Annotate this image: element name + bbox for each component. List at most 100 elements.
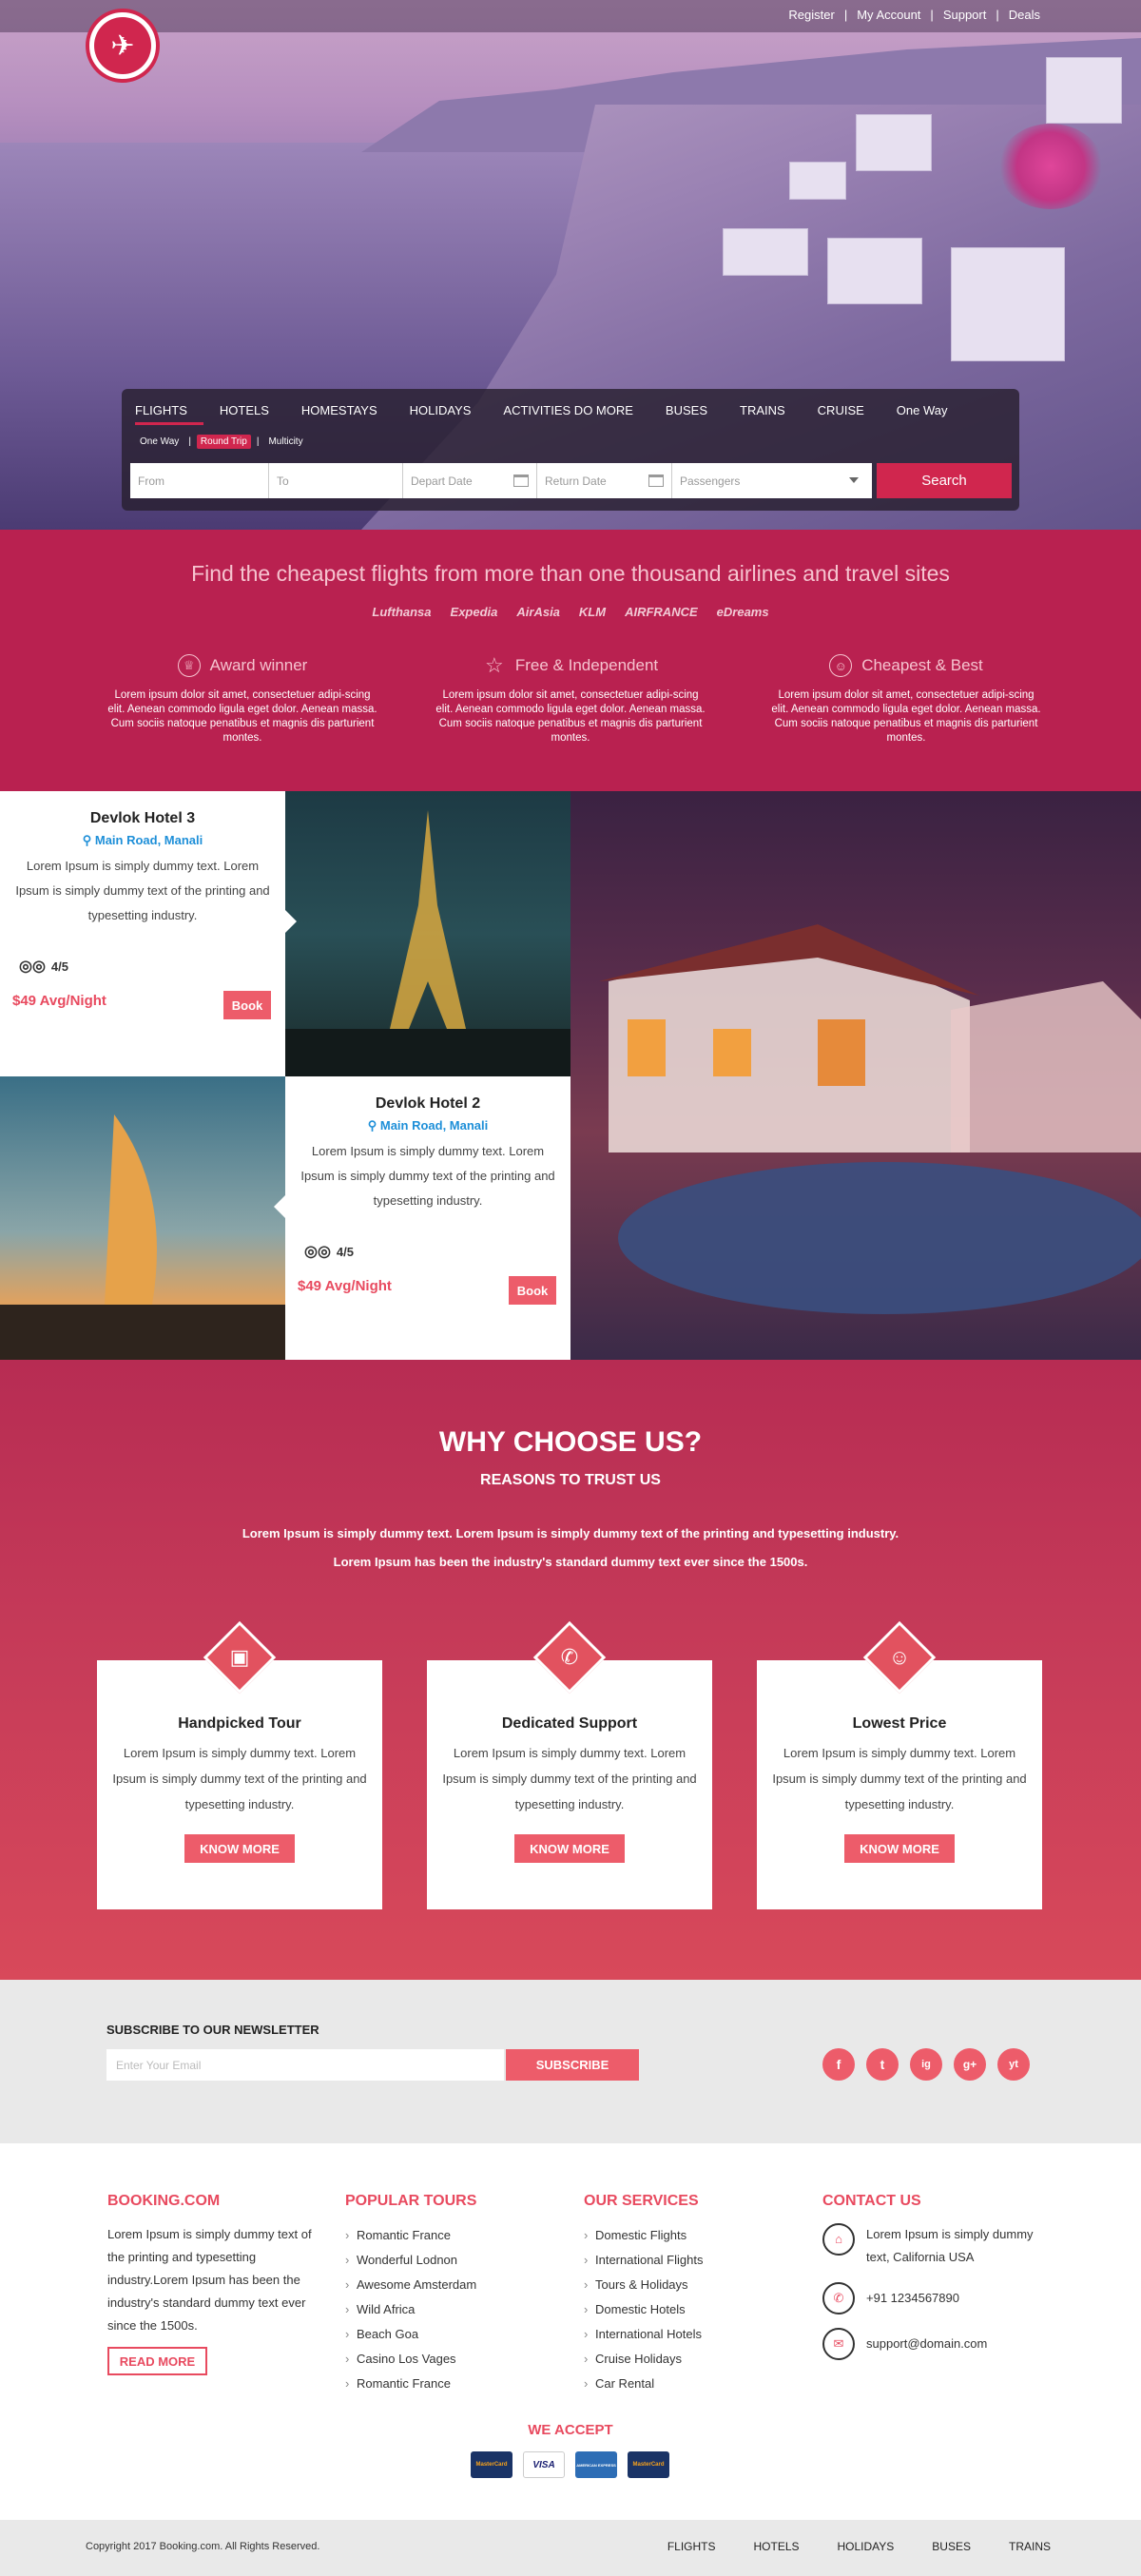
youtube-icon[interactable]: yt: [997, 2048, 1030, 2081]
hotel-name: Devlok Hotel 2: [375, 1095, 481, 1112]
we-accept-title: WE ACCEPT: [528, 2422, 613, 2438]
bottom-nav-trains[interactable]: TRAINS: [1009, 2540, 1051, 2553]
hero-house: [723, 228, 808, 276]
top-nav-register[interactable]: Register: [779, 8, 843, 22]
reason-text: Lorem Ipsum is simply dummy text. Lorem …: [112, 1746, 367, 1811]
passengers-placeholder: Passengers: [680, 474, 741, 488]
know-more-button[interactable]: KNOW MORE: [184, 1834, 295, 1863]
award-icon: ♕: [177, 654, 201, 677]
top-nav: Register | My Account | Support | Deals: [779, 8, 1050, 22]
map-pin-icon: ⚲: [367, 1118, 380, 1133]
tab-cruise[interactable]: CRUISE: [802, 403, 880, 425]
feature-title: Award winner: [209, 656, 308, 674]
footer-tours-title: POPULAR TOURS: [345, 2193, 477, 2209]
facebook-icon[interactable]: f: [822, 2048, 855, 2081]
contact-email[interactable]: ✉ support@domain.com: [822, 2328, 1041, 2360]
bottom-nav-buses[interactable]: BUSES: [932, 2540, 971, 2553]
intro-title: Find the cheapest flights from more than…: [191, 561, 950, 586]
tab-buses[interactable]: BUSES: [649, 403, 724, 425]
tour-link[interactable]: Beach Goa: [345, 2322, 476, 2347]
hero-flowers: [998, 124, 1103, 209]
instagram-icon[interactable]: ig: [910, 2048, 942, 2081]
passengers-select[interactable]: Passengers: [672, 463, 872, 498]
tour-link[interactable]: Romantic France: [345, 2372, 476, 2396]
top-nav-support[interactable]: Support: [934, 8, 996, 22]
bottom-nav-holidays[interactable]: HOLIDAYS: [838, 2540, 895, 2553]
search-button[interactable]: Search: [877, 463, 1012, 498]
tab-homestays[interactable]: HOMESTAYS: [285, 403, 394, 425]
hotel-name: Devlok Hotel 3: [89, 810, 196, 826]
feature-free: ☆ Free & Independent Lorem ipsum dolor si…: [433, 653, 708, 746]
villa-shape: [599, 924, 1141, 1314]
from-field[interactable]: From: [130, 463, 269, 498]
why-line-2: Lorem Ipsum has been the industry's stan…: [333, 1555, 808, 1569]
read-more-button[interactable]: READ MORE: [107, 2347, 207, 2375]
know-more-button[interactable]: KNOW MORE: [514, 1834, 625, 1863]
depart-date-field[interactable]: Depart Date: [403, 463, 537, 498]
bottom-nav-hotels[interactable]: HOTELS: [753, 2540, 799, 2553]
to-field[interactable]: To: [269, 463, 403, 498]
feature-title: Free & Independent: [514, 656, 659, 674]
service-link[interactable]: Domestic Hotels: [584, 2297, 703, 2322]
tour-link[interactable]: Casino Los Vages: [345, 2347, 476, 2372]
trip-one-way[interactable]: One Way: [136, 435, 183, 449]
contact-address: ⌂ Lorem Ipsum is simply dummy text, Calif…: [822, 2223, 1041, 2269]
return-date-field[interactable]: Return Date: [537, 463, 672, 498]
service-link[interactable]: Domestic Flights: [584, 2223, 703, 2248]
reason-card: ▣ Handpicked Tour Lorem Ipsum is simply …: [97, 1620, 382, 1909]
airline-edreams: eDreams: [716, 605, 769, 619]
tour-link[interactable]: Romantic France: [345, 2223, 476, 2248]
mail-icon: ✉: [822, 2328, 855, 2360]
book-button[interactable]: Book: [223, 991, 271, 1019]
footer-contact-title: CONTACT US: [822, 2193, 921, 2209]
bottom-nav: FLIGHTS HOTELS HOLIDAYS BUSES TRAINS: [629, 2540, 1051, 2553]
feature-title: Cheapest & Best: [861, 656, 983, 674]
why-title: WHY CHOOSE US?: [438, 1426, 703, 1458]
reason-title: Dedicated Support: [501, 1715, 638, 1732]
tours-list: Romantic France Wonderful Lodnon Awesome…: [345, 2223, 476, 2396]
reason-title: Handpicked Tour: [178, 1715, 301, 1732]
top-nav-deals[interactable]: Deals: [999, 8, 1050, 22]
mastercard-icon: MasterCard: [471, 2451, 512, 2478]
service-link[interactable]: International Flights: [584, 2248, 703, 2273]
tab-one-way[interactable]: One Way: [880, 403, 964, 425]
why-subtitle: REASONS TO TRUST US: [480, 1472, 661, 1488]
tab-holidays[interactable]: HOLIDAYS: [394, 403, 488, 425]
burj-shape: [0, 1114, 285, 1360]
tour-link[interactable]: Awesome Amsterdam: [345, 2273, 476, 2297]
google-plus-icon[interactable]: g+: [954, 2048, 986, 2081]
tab-activities[interactable]: ACTIVITIES DO MORE: [487, 403, 649, 425]
calendar-icon[interactable]: [513, 475, 529, 487]
hero-house: [789, 162, 846, 200]
feature-award: ♕ Award winner Lorem ipsum dolor sit amet…: [105, 654, 380, 746]
home-icon: ⌂: [822, 2223, 855, 2256]
tab-trains[interactable]: TRAINS: [724, 403, 802, 425]
newsletter-email-input[interactable]: Enter Your Email: [106, 2049, 504, 2081]
tab-hotels[interactable]: HOTELS: [203, 403, 285, 425]
calendar-icon[interactable]: [648, 475, 664, 487]
tour-link[interactable]: Wonderful Lodnon: [345, 2248, 476, 2273]
airline-airasia: AirAsia: [516, 605, 560, 619]
know-more-button[interactable]: KNOW MORE: [844, 1834, 955, 1863]
tour-link[interactable]: Wild Africa: [345, 2297, 476, 2322]
trip-round-trip[interactable]: Round Trip: [196, 435, 251, 449]
hotel-price: $49 Avg/Night: [298, 1278, 392, 1294]
service-link[interactable]: Car Rental: [584, 2372, 703, 2396]
service-link[interactable]: Tours & Holidays: [584, 2273, 703, 2297]
flight-search-panel: FLIGHTS HOTELS HOMESTAYS HOLIDAYS ACTIVI…: [122, 389, 1019, 511]
service-link[interactable]: Cruise Holidays: [584, 2347, 703, 2372]
airplane-icon: ✈: [94, 17, 151, 74]
reason-text: Lorem Ipsum is simply dummy text. Lorem …: [772, 1746, 1027, 1811]
bottom-nav-flights[interactable]: FLIGHTS: [667, 2540, 716, 2553]
top-nav-my-account[interactable]: My Account: [847, 8, 930, 22]
service-link[interactable]: International Hotels: [584, 2322, 703, 2347]
tab-flights[interactable]: FLIGHTS: [135, 403, 203, 425]
subscribe-button[interactable]: SUBSCRIBE: [506, 2049, 639, 2081]
chevron-down-icon: [849, 477, 859, 483]
site-logo[interactable]: ✈: [86, 9, 160, 83]
book-button[interactable]: Book: [509, 1276, 556, 1305]
twitter-icon[interactable]: t: [866, 2048, 899, 2081]
payment-cards: MasterCard VISA AMERICAN EXPRESS MasterC…: [471, 2451, 669, 2478]
trip-multicity[interactable]: Multicity: [264, 435, 306, 449]
reason-title: Lowest Price: [852, 1715, 947, 1732]
